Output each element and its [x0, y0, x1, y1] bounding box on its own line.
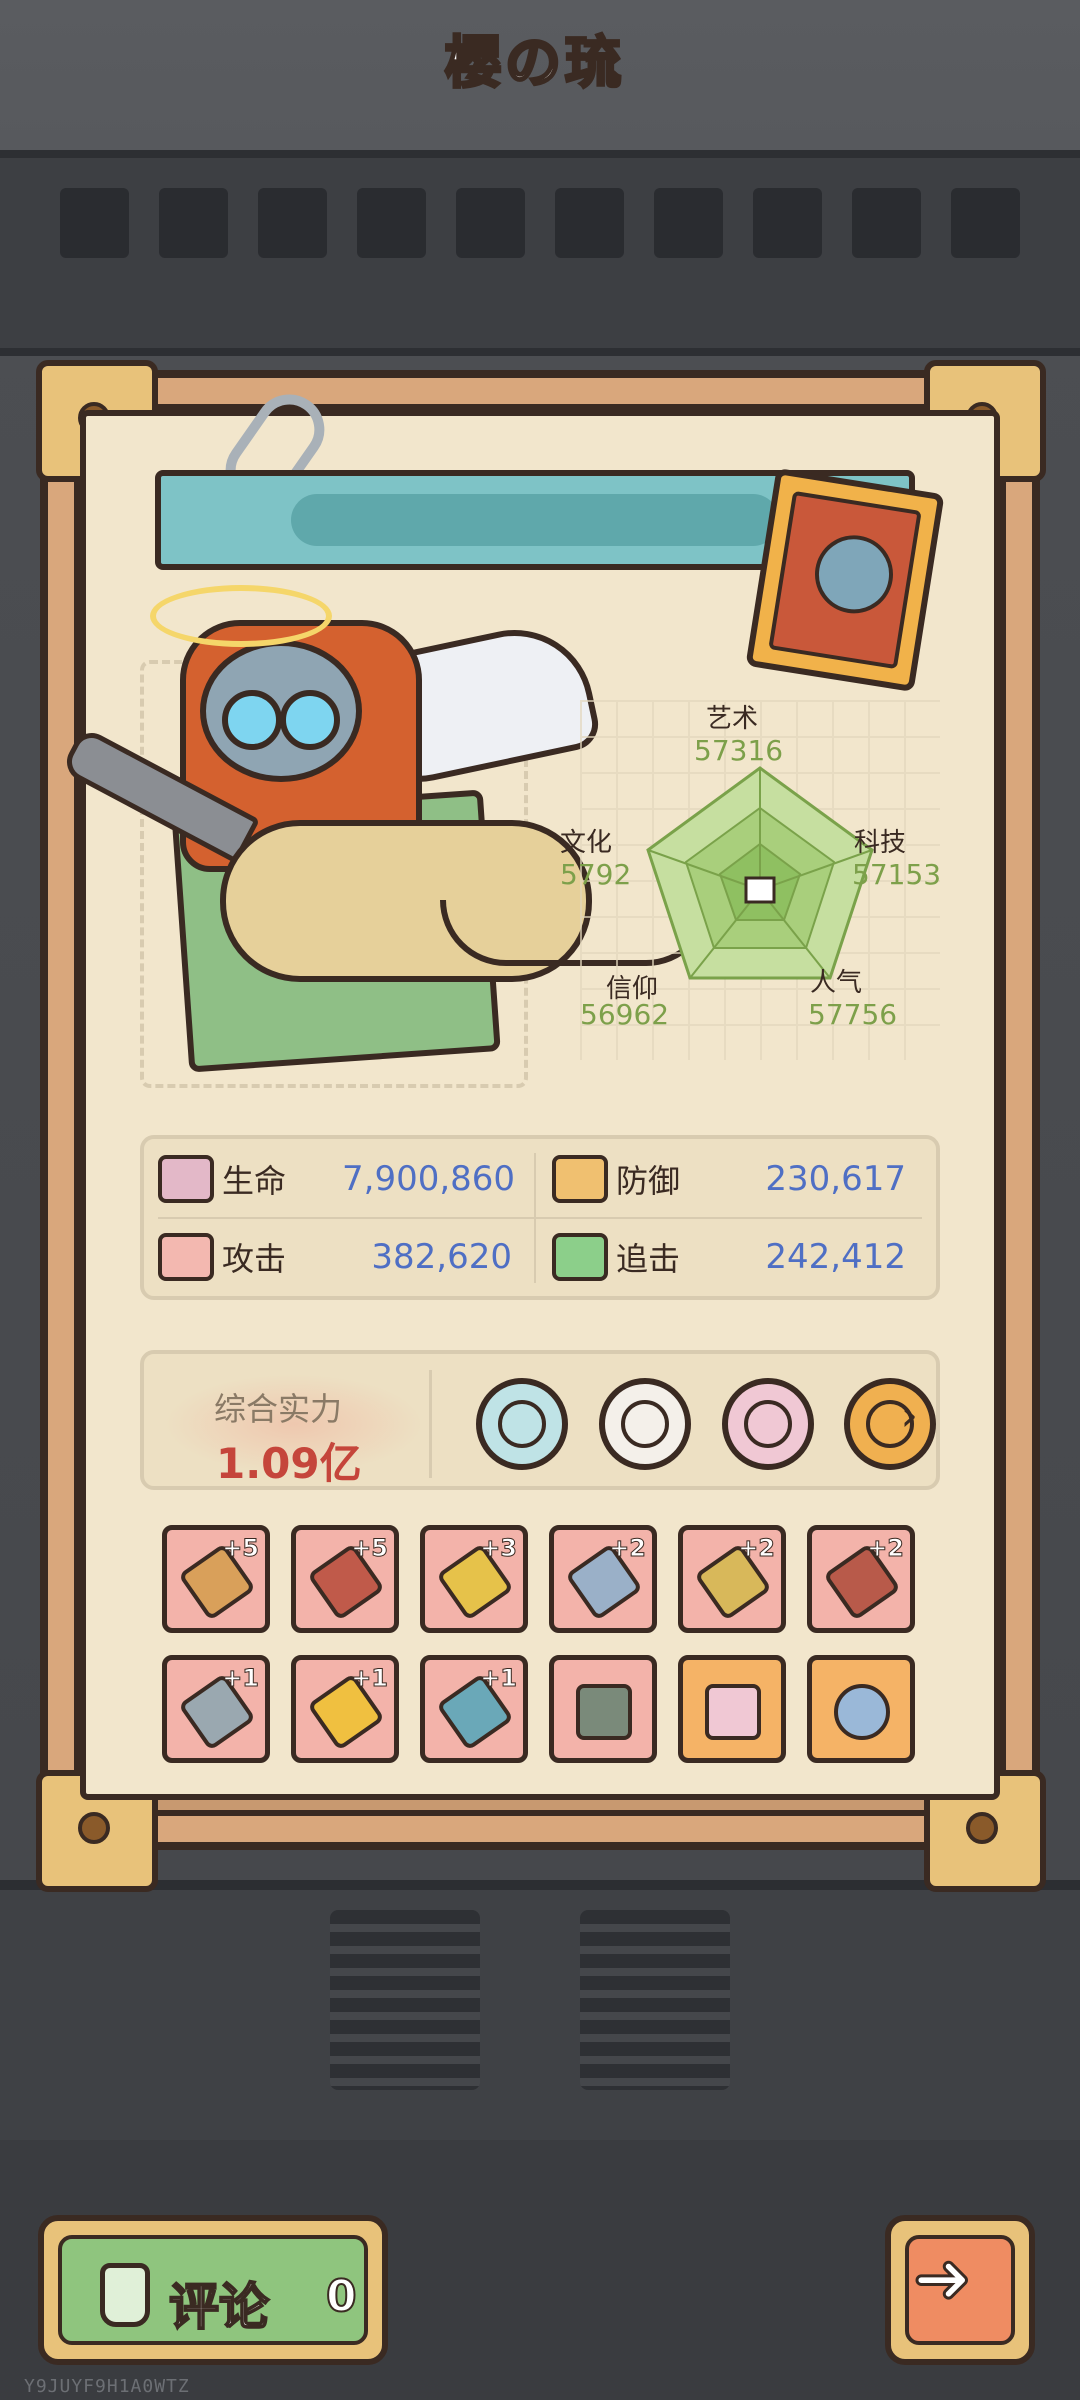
- equipment-slot[interactable]: +5: [291, 1525, 399, 1633]
- stat-label: 追击: [616, 1240, 681, 1278]
- stat-pursuit: 追击 242,412: [552, 1227, 906, 1287]
- equipment-slot[interactable]: +1: [420, 1655, 528, 1763]
- stat-label: 攻击: [222, 1240, 287, 1278]
- sword-icon: [158, 1233, 214, 1281]
- character-portrait-card[interactable]: [745, 467, 945, 693]
- ring-icon: [834, 1684, 890, 1740]
- stat-hp: 生命 7,900,860: [158, 1149, 516, 1209]
- overall-power-label: 综合实力: [214, 1390, 343, 1428]
- equipment-slot[interactable]: [678, 1655, 786, 1763]
- stat-label: 防御: [616, 1162, 681, 1200]
- right-arrow-icon: ➜: [912, 2236, 974, 2321]
- attribute-label-popularity: 人气: [810, 968, 863, 998]
- next-button[interactable]: ➜: [885, 2215, 1035, 2365]
- stat-value: 7,900,860: [342, 1159, 516, 1199]
- stat-value: 382,620: [371, 1237, 512, 1277]
- attribute-label-culture: 文化: [560, 828, 613, 858]
- equipment-slot[interactable]: +5: [162, 1525, 270, 1633]
- equipment-level: +2: [867, 1534, 905, 1563]
- attribute-value-tech: 57153: [852, 858, 942, 891]
- equipment-slot[interactable]: +2: [807, 1525, 915, 1633]
- comment-label: 评论: [168, 2277, 270, 2337]
- attribute-label-tech: 科技: [854, 828, 907, 858]
- equipment-level: +5: [351, 1534, 389, 1563]
- equipment-slot[interactable]: +3: [420, 1525, 528, 1633]
- ink-bottle-icon: [100, 2263, 150, 2327]
- overall-power-value: 1.09亿: [216, 1439, 362, 1488]
- equipment-level: +3: [480, 1534, 518, 1563]
- attribute-label-art: 艺术: [706, 704, 759, 734]
- attribute-value-popularity: 57756: [808, 998, 898, 1031]
- stat-defense: 防御 230,617: [552, 1149, 906, 1209]
- comment-button[interactable]: 评论 0: [38, 2215, 388, 2365]
- stat-value: 242,412: [765, 1237, 906, 1277]
- screaming-mask-skill-icon[interactable]: [599, 1378, 691, 1470]
- attribute-value-culture: 5792: [560, 858, 632, 891]
- equipment-slot[interactable]: +2: [549, 1525, 657, 1633]
- equipment-slot[interactable]: +1: [162, 1655, 270, 1763]
- dragon-skill-icon[interactable]: [476, 1378, 568, 1470]
- equipment-level: +1: [480, 1664, 518, 1693]
- attribute-value-art: 57316: [694, 734, 784, 767]
- character-name: 樱の琉: [444, 30, 625, 98]
- equipment-level: +1: [222, 1664, 260, 1693]
- vest-icon: [705, 1684, 761, 1740]
- equipment-slot[interactable]: [549, 1655, 657, 1763]
- stat-value: 230,617: [765, 1159, 906, 1199]
- combat-stats-panel: 生命 7,900,860 防御 230,617 攻击 382,620 追击 24…: [140, 1135, 940, 1300]
- top-shelf: [0, 150, 1080, 356]
- equipment-level: +1: [351, 1664, 389, 1693]
- equipment-slot[interactable]: [807, 1655, 915, 1763]
- shield-icon: [552, 1155, 608, 1203]
- backpack-icon: [576, 1684, 632, 1740]
- equipment-level: +2: [609, 1534, 647, 1563]
- equipment-grid: +5 +5 +3 +2 +2 +2 +1 +1 +1: [140, 1505, 940, 1785]
- stat-label: 生命: [222, 1162, 287, 1200]
- pursuit-icon: [552, 1233, 608, 1281]
- power-and-skills-panel: 综合实力 1.09亿 ›: [140, 1350, 940, 1490]
- equipment-slot[interactable]: +2: [678, 1525, 786, 1633]
- stat-attack: 攻击 382,620: [158, 1227, 512, 1287]
- watermark: Y9JUYF9H1A0WTZ: [24, 2376, 190, 2397]
- equipment-slot[interactable]: +1: [291, 1655, 399, 1763]
- equipment-level: +5: [222, 1534, 260, 1563]
- attribute-value-faith: 56962: [580, 998, 670, 1031]
- gear-skill-icon[interactable]: [844, 1378, 936, 1470]
- comment-count: 0: [325, 2270, 358, 2323]
- hp-icon: [158, 1155, 214, 1203]
- machine-base: [0, 1880, 1080, 2150]
- equipment-level: +2: [738, 1534, 776, 1563]
- rune-scroll-skill-icon[interactable]: [722, 1378, 814, 1470]
- chevron-right-icon[interactable]: ›: [900, 1390, 918, 1441]
